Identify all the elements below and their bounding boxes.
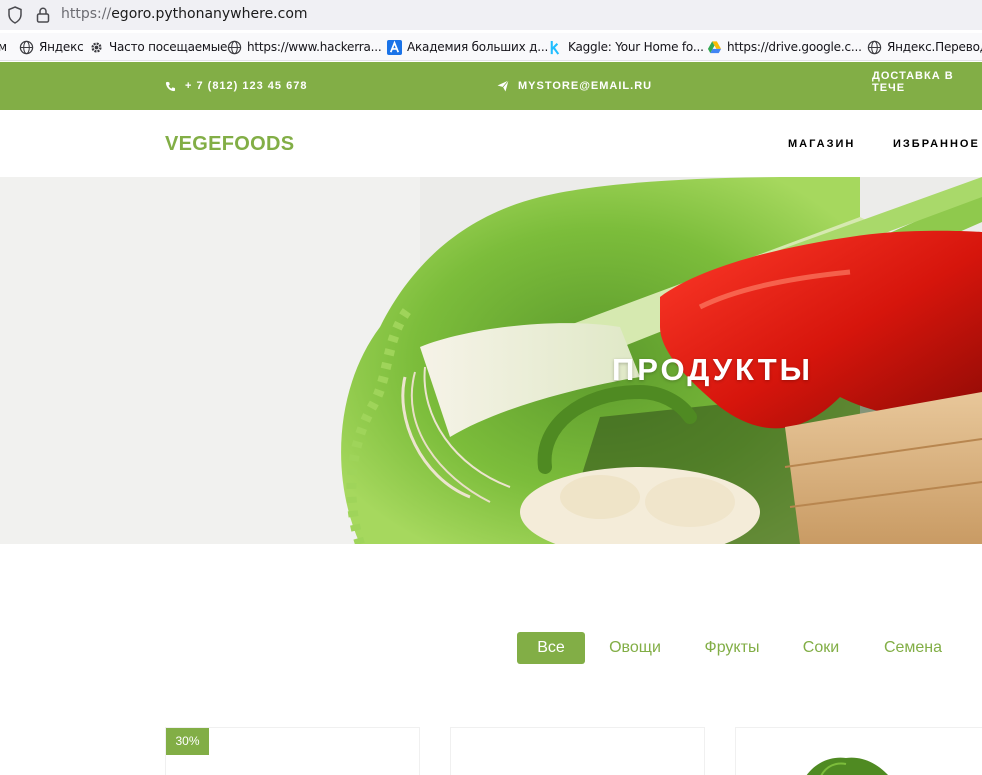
bookmark-yandex-translate[interactable]: Яндекс.Переводч — [867, 39, 982, 55]
phone-icon — [165, 81, 176, 91]
paper-plane-icon — [497, 80, 509, 92]
bookmark-label: Яндекс — [39, 40, 84, 54]
delivery-text: ДОСТАВКА В ТЕЧЕ — [872, 70, 954, 94]
globe-icon — [19, 40, 34, 54]
browser-url-bar[interactable]: https://egoro.pythonanywhere.com — [0, 0, 982, 30]
brand-logo[interactable]: VEGEFOODS — [165, 133, 294, 156]
phone-number: + 7 (812) 123 45 678 — [185, 80, 308, 92]
product-image — [806, 757, 888, 775]
filter-vegetables[interactable]: Овощи — [600, 632, 670, 664]
product-card[interactable]: 30% — [165, 727, 420, 775]
bookmark-hackerrank[interactable]: https://www.hackerra... — [227, 39, 382, 55]
delivery-info: ДОСТАВКА В ТЕЧЕ — [872, 70, 982, 94]
bookmark-label: м — [0, 40, 7, 54]
shield-icon[interactable] — [7, 6, 23, 24]
bookmark-label: https://drive.google.c... — [727, 40, 862, 54]
email-contact[interactable]: MYSTORE@EMAIL.RU — [497, 80, 652, 92]
filter-seeds[interactable]: Семена — [875, 632, 951, 664]
nav-favorites-link[interactable]: ИЗБРАННОЕ — [893, 138, 980, 150]
product-card[interactable] — [450, 727, 705, 775]
discount-badge: 30% — [166, 728, 209, 755]
url-text[interactable]: https://egoro.pythonanywhere.com — [61, 6, 308, 22]
phone-contact[interactable]: + 7 (812) 123 45 678 — [165, 80, 307, 92]
bookmarks-bar: м Яндекс Часто посещаемые https://www.ha… — [0, 33, 982, 61]
bookmark-label: Академия больших д... — [407, 40, 549, 54]
bookmark-frequent[interactable]: Часто посещаемые — [89, 39, 227, 55]
category-filter: Все Овощи Фрукты Соки Семена — [0, 632, 982, 664]
email-address: MYSTORE@EMAIL.RU — [518, 80, 653, 92]
nav-shop-link[interactable]: МАГАЗИН — [788, 138, 855, 150]
url-scheme: https:// — [61, 6, 112, 22]
url-host: egoro.pythonanywhere.com — [111, 6, 308, 22]
filter-juices[interactable]: Соки — [793, 632, 849, 664]
bookmark-bigdata-academy[interactable]: Академия больших д... — [387, 39, 548, 55]
bookmark-yandex[interactable]: Яндекс — [19, 39, 84, 55]
product-card[interactable] — [735, 727, 982, 775]
contact-bar: + 7 (812) 123 45 678 MYSTORE@EMAIL.RU ДО… — [0, 62, 982, 110]
bookmark-label: Яндекс.Переводч — [887, 40, 982, 54]
filter-fruits[interactable]: Фрукты — [694, 632, 770, 664]
a-logo-icon — [387, 39, 402, 55]
hero-title: ПРОДУКТЫ — [612, 352, 813, 387]
bookmark-kaggle[interactable]: Kaggle: Your Home fo... — [548, 39, 704, 55]
globe-icon — [867, 40, 882, 54]
main-navbar: VEGEFOODS МАГАЗИН ИЗБРАННОЕ — [0, 110, 982, 177]
hero-banner: ПРОДУКТЫ — [0, 177, 982, 544]
filter-all[interactable]: Все — [517, 632, 585, 664]
globe-icon — [227, 40, 242, 54]
bookmark-label: Часто посещаемые — [109, 40, 228, 54]
gear-icon — [91, 41, 102, 53]
lock-icon[interactable] — [35, 6, 51, 24]
bookmark-google-drive[interactable]: https://drive.google.c... — [707, 39, 862, 55]
google-drive-icon — [707, 40, 722, 53]
bookmark-label: https://www.hackerra... — [247, 40, 382, 54]
bookmark-label: Kaggle: Your Home fo... — [568, 40, 704, 54]
kaggle-icon — [550, 40, 560, 55]
bookmark-partial[interactable]: м — [0, 39, 7, 55]
vegetables-hero-image — [0, 177, 982, 544]
